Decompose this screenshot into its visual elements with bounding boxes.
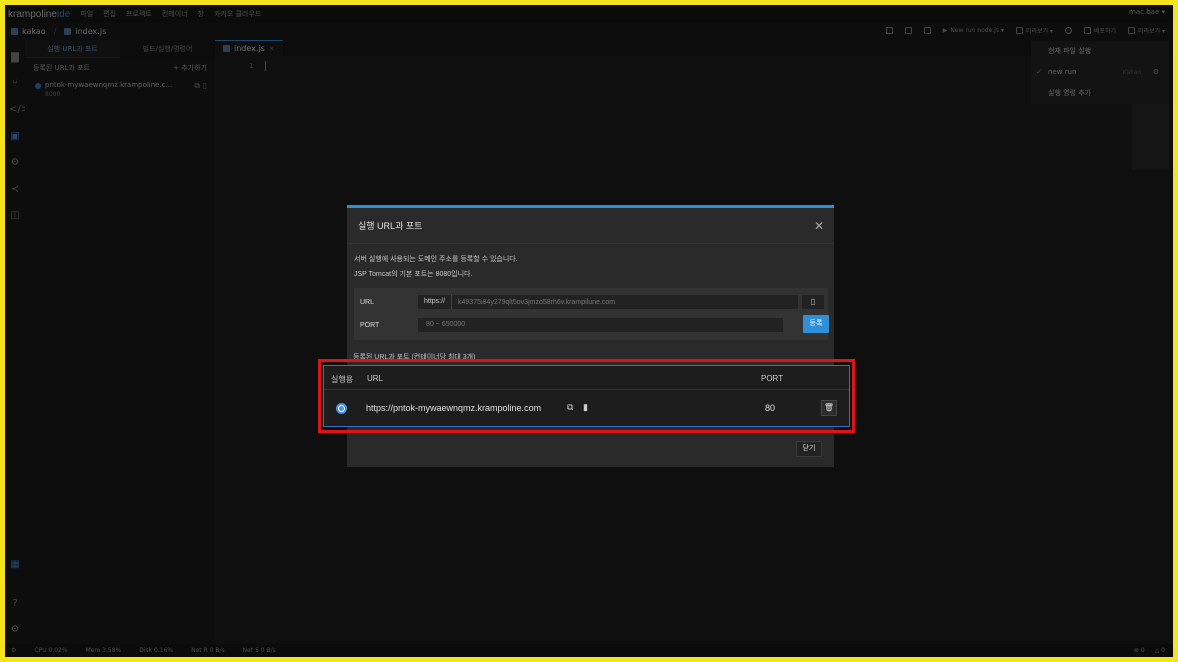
url-label: URL (360, 298, 375, 306)
modal-description: 서버 실행에 사용되는 도메인 주소를 등록할 수 있습니다. (354, 256, 518, 263)
url-form: URL https:// k49375i84y279qlt5ov3jmzo58r… (354, 288, 829, 340)
close-button[interactable]: 닫기 (796, 441, 822, 457)
url-prefix: https:// (418, 295, 453, 309)
port-input[interactable]: 80 ~ 650000 (418, 318, 783, 332)
modal-port-note: JSP Tomcat의 기본 포트는 8080입니다. (354, 271, 473, 278)
modal-title: 실행 URL과 포트 (358, 221, 423, 231)
url-value: k49375i84y279qlt5ov3jmzo58rh6v.krampilun… (458, 298, 616, 306)
register-button[interactable]: 등록 (803, 315, 829, 333)
highlight-box (318, 359, 855, 433)
port-label: PORT (360, 321, 380, 329)
copy-icon[interactable]: ▯ (802, 295, 824, 309)
url-field[interactable]: https:// k49375i84y279qlt5ov3jmzo58rh6v.… (418, 295, 798, 309)
close-icon[interactable]: ✕ (814, 220, 824, 232)
